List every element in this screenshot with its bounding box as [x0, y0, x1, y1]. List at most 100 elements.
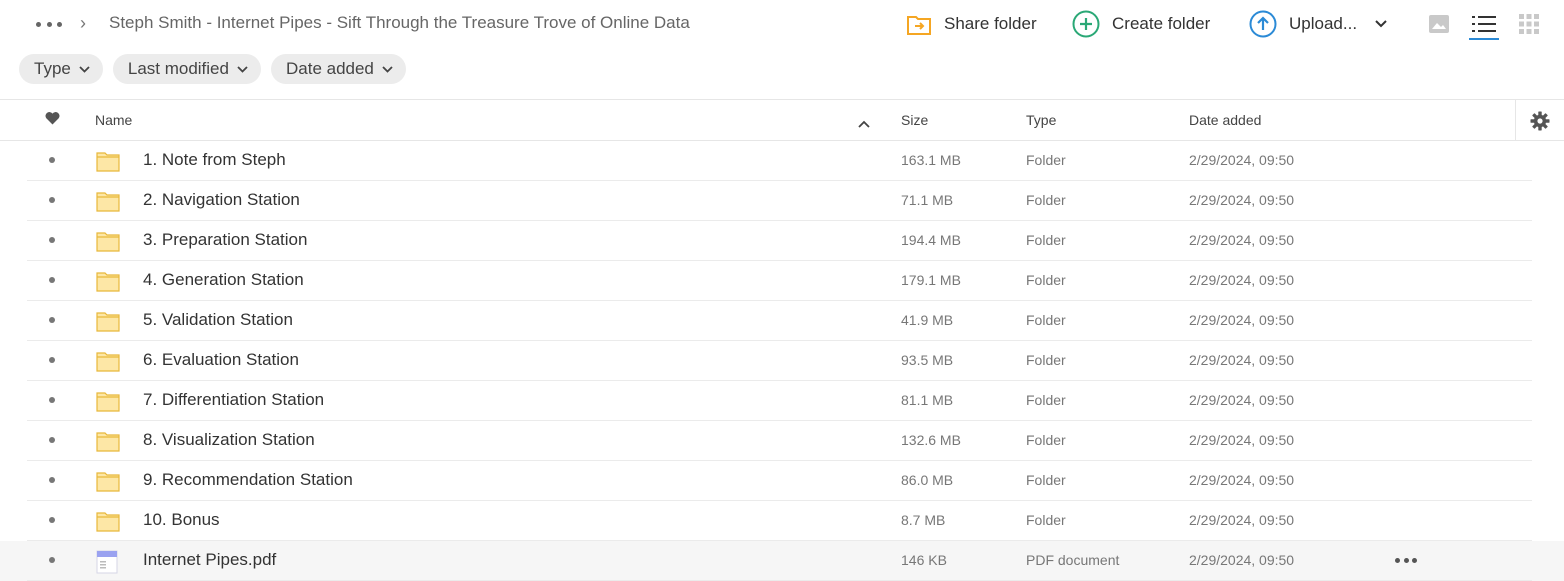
file-size: 41.9 MB	[901, 312, 954, 328]
heart-icon[interactable]	[45, 112, 60, 128]
file-size: 81.1 MB	[901, 392, 954, 408]
row-more-actions-icon[interactable]	[1395, 558, 1417, 564]
favorite-toggle[interactable]	[49, 157, 55, 163]
column-header-size[interactable]: Size	[901, 112, 928, 128]
file-date-added: 2/29/2024, 09:50	[1189, 472, 1295, 488]
folder-icon	[96, 510, 120, 532]
gear-icon	[1530, 111, 1550, 130]
filter-label: Type	[34, 59, 71, 78]
grid-view-icon[interactable]	[1517, 12, 1541, 36]
file-size: 71.1 MB	[901, 192, 954, 208]
file-date-added: 2/29/2024, 09:50	[1189, 432, 1295, 448]
file-name[interactable]: 8. Visualization Station	[143, 430, 315, 450]
active-view-indicator	[1469, 38, 1499, 40]
file-type: Folder	[1026, 152, 1066, 168]
table-header: Name Size Type Date added	[0, 100, 1564, 141]
breadcrumb-more-button[interactable]	[36, 14, 62, 34]
dot-icon	[46, 21, 52, 27]
share-folder-button[interactable]: Share folder	[906, 10, 1037, 38]
file-name[interactable]: 4. Generation Station	[143, 270, 304, 290]
breadcrumb-separator: ›	[80, 13, 86, 33]
file-size: 194.4 MB	[901, 232, 961, 248]
file-type: Folder	[1026, 312, 1066, 328]
folder-icon	[96, 150, 120, 172]
create-folder-button[interactable]: Create folder	[1072, 10, 1210, 38]
create-folder-label: Create folder	[1112, 14, 1211, 33]
plus-circle-icon	[1072, 10, 1100, 38]
file-type: Folder	[1026, 272, 1066, 288]
folder-icon	[96, 350, 120, 372]
share-folder-label: Share folder	[944, 14, 1037, 33]
file-name[interactable]: 1. Note from Steph	[143, 150, 286, 170]
table-row[interactable]: 4. Generation Station 179.1 MB Folder 2/29/…	[0, 261, 1564, 301]
chevron-down-icon	[382, 65, 393, 73]
file-type: Folder	[1026, 432, 1066, 448]
table-row[interactable]: 3. Preparation Station 194.4 MB Folder 2/29…	[0, 221, 1564, 261]
file-type: PDF document	[1026, 552, 1120, 568]
file-date-added: 2/29/2024, 09:50	[1189, 152, 1295, 168]
file-name[interactable]: 3. Preparation Station	[143, 230, 307, 250]
dot-icon	[36, 21, 41, 27]
chevron-down-icon[interactable]	[1375, 20, 1387, 28]
sort-ascending-icon[interactable]	[858, 115, 870, 131]
table-row[interactable]: 5. Validation Station 41.9 MB Folder 2/29/2…	[0, 301, 1564, 341]
file-size: 179.1 MB	[901, 272, 961, 288]
table-row[interactable]: 9. Recommendation Station 86.0 MB Folder 2/…	[0, 461, 1564, 501]
file-name[interactable]: 10. Bonus	[143, 510, 220, 530]
file-name[interactable]: Internet Pipes.pdf	[143, 550, 276, 570]
file-size: 8.7 MB	[901, 512, 946, 528]
file-name[interactable]: 2. Navigation Station	[143, 190, 300, 210]
file-date-added: 2/29/2024, 09:50	[1189, 272, 1295, 288]
column-header-date-added[interactable]: Date added	[1189, 112, 1261, 128]
file-list: 1. Note from Steph 163.1 MB Folder 2/29/202…	[0, 141, 1564, 581]
upload-button[interactable]: Upload...	[1249, 10, 1387, 38]
table-row[interactable]: 8. Visualization Station 132.6 MB Folder 2/…	[0, 421, 1564, 461]
filter-date-added[interactable]: Date added	[270, 54, 406, 84]
favorite-toggle[interactable]	[49, 397, 55, 403]
file-name[interactable]: 6. Evaluation Station	[143, 350, 299, 370]
upload-label: Upload...	[1289, 14, 1358, 33]
file-type: Folder	[1026, 392, 1066, 408]
dot-icon	[57, 21, 62, 27]
table-row[interactable]: 10. Bonus 8.7 MB Folder 2/29/2024, 09:50	[0, 501, 1564, 541]
image-view-icon[interactable]	[1427, 12, 1451, 36]
file-size: 132.6 MB	[901, 432, 961, 448]
table-row[interactable]: 6. Evaluation Station 93.5 MB Folder 2/29/2…	[0, 341, 1564, 381]
share-folder-icon	[906, 12, 932, 36]
file-type: Folder	[1026, 232, 1066, 248]
favorite-toggle[interactable]	[49, 277, 55, 283]
list-view-icon[interactable]	[1472, 12, 1496, 36]
file-type: Folder	[1026, 352, 1066, 368]
favorite-toggle[interactable]	[49, 357, 55, 363]
file-size: 86.0 MB	[901, 472, 954, 488]
file-name[interactable]: 7. Differentiation Station	[143, 390, 324, 410]
table-row[interactable]: 1. Note from Steph 163.1 MB Folder 2/29/202…	[0, 141, 1564, 181]
filter-type[interactable]: Type	[19, 54, 103, 84]
favorite-toggle[interactable]	[49, 557, 55, 563]
filter-label: Last modified	[127, 59, 229, 78]
favorite-toggle[interactable]	[49, 237, 55, 243]
table-row[interactable]: 7. Differentiation Station 81.1 MB Folder 2…	[0, 381, 1564, 421]
file-type: Folder	[1026, 512, 1066, 528]
favorite-toggle[interactable]	[49, 197, 55, 203]
folder-icon	[96, 430, 120, 452]
folder-icon	[96, 230, 120, 252]
file-name[interactable]: 9. Recommendation Station	[143, 470, 353, 490]
folder-icon	[96, 190, 120, 212]
favorite-toggle[interactable]	[49, 437, 55, 443]
filter-last-modified[interactable]: Last modified	[112, 54, 261, 84]
filter-label: Date added	[285, 59, 374, 78]
table-row[interactable]: 2. Navigation Station 71.1 MB Folder 2/29/2…	[0, 181, 1564, 221]
table-row[interactable]: Internet Pipes.pdf 146 KB PDF document 2/29…	[0, 541, 1564, 581]
file-name[interactable]: 5. Validation Station	[143, 310, 293, 330]
folder-icon	[96, 390, 120, 412]
column-settings-button[interactable]	[1515, 100, 1564, 141]
favorite-toggle[interactable]	[49, 317, 55, 323]
favorite-toggle[interactable]	[49, 477, 55, 483]
file-date-added: 2/29/2024, 09:50	[1189, 552, 1295, 568]
favorite-toggle[interactable]	[49, 517, 55, 523]
column-header-name[interactable]: Name	[95, 112, 132, 128]
file-date-added: 2/29/2024, 09:50	[1189, 312, 1295, 328]
file-date-added: 2/29/2024, 09:50	[1189, 192, 1295, 208]
column-header-type[interactable]: Type	[1026, 112, 1056, 128]
